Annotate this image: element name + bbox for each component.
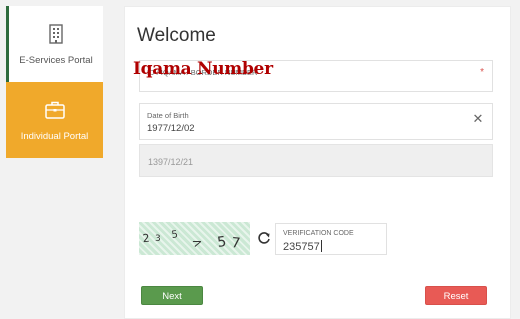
page-title: Welcome xyxy=(137,25,216,46)
briefcase-icon xyxy=(44,101,65,119)
iqama-number-annotation: Iqama Number xyxy=(133,59,273,79)
reset-button[interactable]: Reset xyxy=(425,286,487,305)
sidebar-item-individual-portal[interactable]: Individual Portal xyxy=(6,82,103,158)
svg-text:5: 5 xyxy=(171,229,179,241)
verification-code-label: VERIFICATION CODE xyxy=(283,230,354,237)
date-of-birth-label: Date of Birth xyxy=(147,111,189,120)
date-of-birth-value: 1977/12/02 xyxy=(147,123,195,134)
building-icon xyxy=(49,23,63,44)
sidebar-item-label: Individual Portal xyxy=(20,130,89,142)
sidebar: E-Services Portal Individual Portal xyxy=(6,6,103,158)
verification-code-input[interactable]: 235757 xyxy=(283,240,322,253)
clear-icon[interactable]: ✕ xyxy=(470,111,486,127)
date-of-birth-field[interactable]: Date of Birth 1977/12/02 ✕ xyxy=(139,103,493,140)
verification-code-field[interactable]: VERIFICATION CODE 235757 xyxy=(275,223,387,255)
svg-text:7: 7 xyxy=(231,235,242,252)
svg-text:3: 3 xyxy=(155,234,161,244)
sidebar-item-label: E-Services Portal xyxy=(19,54,93,66)
captcha-image: 2 3 5 > 5 7 xyxy=(139,222,250,255)
svg-text:5: 5 xyxy=(216,234,227,251)
hijri-date-value: 1397/12/21 xyxy=(148,157,194,167)
svg-text:2: 2 xyxy=(142,232,150,246)
required-mark: * xyxy=(480,67,484,78)
refresh-icon[interactable] xyxy=(256,230,272,246)
svg-text:>: > xyxy=(190,234,204,251)
hijri-date-field: 1397/12/21 xyxy=(139,144,493,177)
sidebar-item-eservices-portal[interactable]: E-Services Portal xyxy=(6,6,103,82)
next-button[interactable]: Next xyxy=(141,286,203,305)
login-panel: Welcome ID / IQAMA / BORDER NUMBER * Dat… xyxy=(124,6,511,319)
